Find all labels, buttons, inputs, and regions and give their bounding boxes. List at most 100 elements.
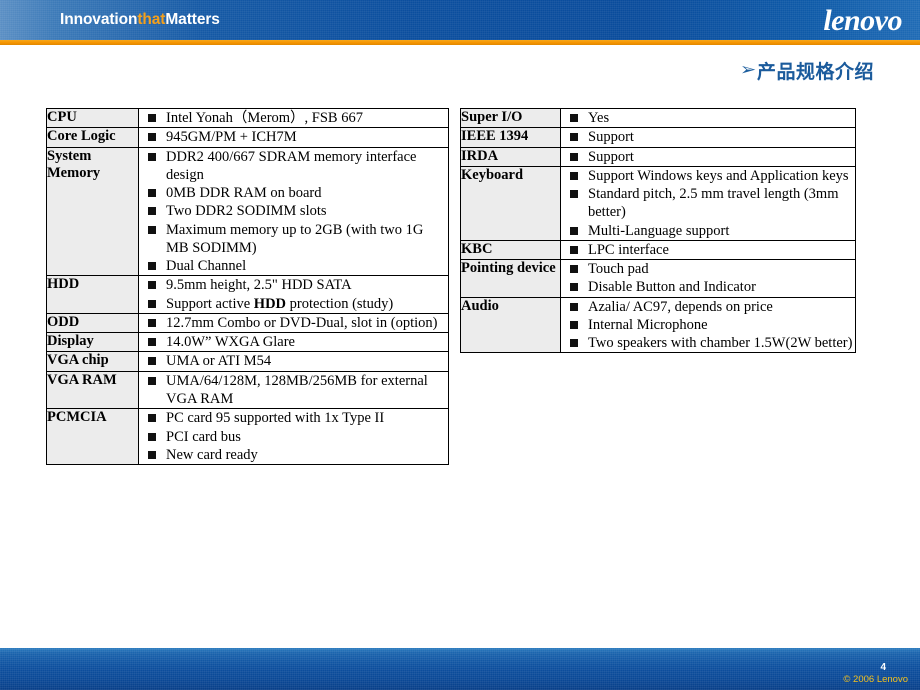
table-row: PCMCIA PC card 95 supported with 1x Type …: [46, 408, 449, 466]
spec-label-cell: HDD: [46, 275, 139, 314]
spec-value-cell: Support Windows keys and Application key…: [560, 165, 856, 241]
spec-bullet-list: 12.7mm Combo or DVD-Dual, slot in (optio…: [139, 314, 448, 332]
list-item: UMA or ATI M54: [139, 352, 448, 370]
spec-label-cell: VGA RAM: [46, 370, 139, 410]
table-row: IEEE 1394 Support: [460, 127, 856, 148]
list-item: PCI card bus: [139, 428, 448, 446]
spec-table-left: CPU Intel Yonah（Merom）, FSB 667 Core Logic…: [46, 107, 449, 466]
list-item: Intel Yonah（Merom）, FSB 667: [139, 109, 448, 127]
list-item: PC card 95 supported with 1x Type II: [139, 409, 448, 427]
list-item: Support Windows keys and Application key…: [561, 167, 855, 185]
list-item: UMA/64/128M, 128MB/256MB for external VG…: [139, 372, 448, 409]
table-row: VGA chip UMA or ATI M54: [46, 351, 449, 372]
list-item: Multi-Language support: [561, 222, 855, 240]
list-item: Support: [561, 128, 855, 146]
header-banner: InnovationthatMatters lenovo: [0, 0, 920, 40]
list-item: 0MB DDR RAM on board: [139, 184, 448, 202]
spec-value-cell: 945GM/PM + ICH7M: [138, 127, 449, 148]
page-title: ➢ 产品规格介绍: [739, 57, 874, 84]
list-item: Two speakers with chamber 1.5W(2W better…: [561, 334, 855, 352]
list-item: New card ready: [139, 446, 448, 464]
page-title-label: 产品规格介绍: [756, 61, 874, 83]
spec-value-cell: Azalia/ AC97, depends on price Internal M…: [560, 296, 856, 354]
spec-label-cell: System Memory: [46, 146, 139, 277]
table-row: Display 14.0W” WXGA Glare: [46, 332, 449, 353]
spec-label-cell: Keyboard: [460, 165, 561, 241]
spec-value-cell: UMA or ATI M54: [138, 351, 449, 372]
spec-bullet-list: Azalia/ AC97, depends on price Internal M…: [561, 298, 855, 353]
spec-label-cell: Pointing device: [460, 259, 561, 298]
table-row: KBC LPC interface: [460, 239, 856, 261]
list-item: Disable Button and Indicator: [561, 278, 855, 296]
list-item: Azalia/ AC97, depends on price: [561, 298, 855, 316]
spec-value-cell: Touch pad Disable Button and Indicator: [560, 259, 856, 298]
table-row: Audio Azalia/ AC97, depends on price Inter…: [460, 296, 856, 354]
spec-label-cell: ODD: [46, 312, 139, 334]
spec-value-cell: 12.7mm Combo or DVD-Dual, slot in (optio…: [138, 312, 449, 334]
tagline: InnovationthatMatters: [60, 11, 220, 29]
list-item: 14.0W” WXGA Glare: [139, 333, 448, 351]
spec-bullet-list: Intel Yonah（Merom）, FSB 667: [139, 109, 448, 127]
spec-value-cell: Yes: [560, 107, 856, 129]
list-item: Support active HDD protection (study): [139, 295, 448, 313]
spec-label-cell: VGA chip: [46, 351, 139, 372]
list-item: Support: [561, 148, 855, 166]
list-item: Standard pitch, 2.5 mm travel length (3m…: [561, 185, 855, 222]
list-item: 12.7mm Combo or DVD-Dual, slot in (optio…: [139, 314, 448, 332]
tagline-pre: Innovation: [60, 11, 138, 28]
list-item: Two DDR2 SODIMM slots: [139, 202, 448, 220]
footer-banner: 4 © 2006 Lenovo: [0, 648, 920, 690]
copyright-notice: © 2006 Lenovo: [843, 674, 908, 685]
spec-value-cell: 9.5mm height, 2.5" HDD SATA Support activ…: [138, 275, 449, 314]
spec-bullet-list: Support Windows keys and Application key…: [561, 167, 855, 240]
table-row: CPU Intel Yonah（Merom）, FSB 667: [46, 107, 449, 129]
table-row: Keyboard Support Windows keys and Applica…: [460, 165, 856, 241]
spec-table-right: Super I/O Yes IEEE 1394 Support IRDA Support K…: [460, 107, 856, 354]
spec-value-cell: DDR2 400/667 SDRAM memory interface desi…: [138, 146, 449, 277]
spec-label-cell: IEEE 1394: [460, 127, 561, 148]
spec-value-cell: Intel Yonah（Merom）, FSB 667: [138, 107, 449, 129]
spec-label-cell: Display: [46, 332, 139, 353]
slide-canvas: InnovationthatMatters lenovo ➢ 产品规格介绍 CP…: [0, 0, 920, 690]
table-row: Pointing device Touch pad Disable Button a…: [460, 259, 856, 298]
spec-label-cell: Core Logic: [46, 127, 139, 148]
spec-bullet-list: DDR2 400/667 SDRAM memory interface desi…: [139, 148, 448, 276]
tagline-accent: that: [137, 11, 166, 28]
spec-label-cell: KBC: [460, 239, 561, 261]
orange-divider-rule: [0, 40, 920, 45]
spec-label-cell: IRDA: [460, 146, 561, 167]
list-item: 9.5mm height, 2.5" HDD SATA: [139, 276, 448, 294]
spec-label-cell: Super I/O: [460, 107, 561, 129]
tagline-post: Matters: [165, 11, 220, 28]
spec-value-cell: Support: [560, 127, 856, 148]
spec-label-cell: Audio: [460, 296, 561, 354]
list-item: 945GM/PM + ICH7M: [139, 128, 448, 146]
spec-label-cell: PCMCIA: [46, 408, 139, 466]
spec-value-cell: LPC interface: [560, 239, 856, 261]
spec-value-cell: Support: [560, 146, 856, 167]
list-item: Internal Microphone: [561, 316, 855, 334]
table-row: HDD 9.5mm height, 2.5" HDD SATA Support ac…: [46, 275, 449, 314]
spec-table-right-body: Super I/O Yes IEEE 1394 Support IRDA Support K…: [460, 107, 856, 354]
page-number: 4: [880, 662, 886, 673]
list-item: Dual Channel: [139, 257, 448, 275]
spec-bullet-list: UMA or ATI M54: [139, 352, 448, 370]
arrow-bullet-icon: ➢: [739, 60, 757, 80]
spec-bullet-list: PC card 95 supported with 1x Type II PCI …: [139, 409, 448, 464]
spec-value-cell: UMA/64/128M, 128MB/256MB for external VG…: [138, 370, 449, 410]
spec-bullet-list: LPC interface: [561, 241, 855, 259]
spec-bullet-list: Touch pad Disable Button and Indicator: [561, 260, 855, 297]
table-row: System Memory DDR2 400/667 SDRAM memory i…: [46, 146, 449, 277]
spec-bullet-list: Yes: [561, 109, 855, 127]
table-row: VGA RAM UMA/64/128M, 128MB/256MB for exte…: [46, 370, 449, 410]
spec-value-cell: PC card 95 supported with 1x Type II PCI …: [138, 408, 449, 466]
lenovo-logo: lenovo: [823, 4, 902, 37]
spec-bullet-list: Support: [561, 148, 855, 166]
spec-value-cell: 14.0W” WXGA Glare: [138, 332, 449, 353]
list-item: Touch pad: [561, 260, 855, 278]
list-item: LPC interface: [561, 241, 855, 259]
table-row: ODD 12.7mm Combo or DVD-Dual, slot in (op…: [46, 312, 449, 334]
table-row: IRDA Support: [460, 146, 856, 167]
spec-bullet-list: UMA/64/128M, 128MB/256MB for external VG…: [139, 372, 448, 409]
spec-bullet-list: 945GM/PM + ICH7M: [139, 128, 448, 146]
